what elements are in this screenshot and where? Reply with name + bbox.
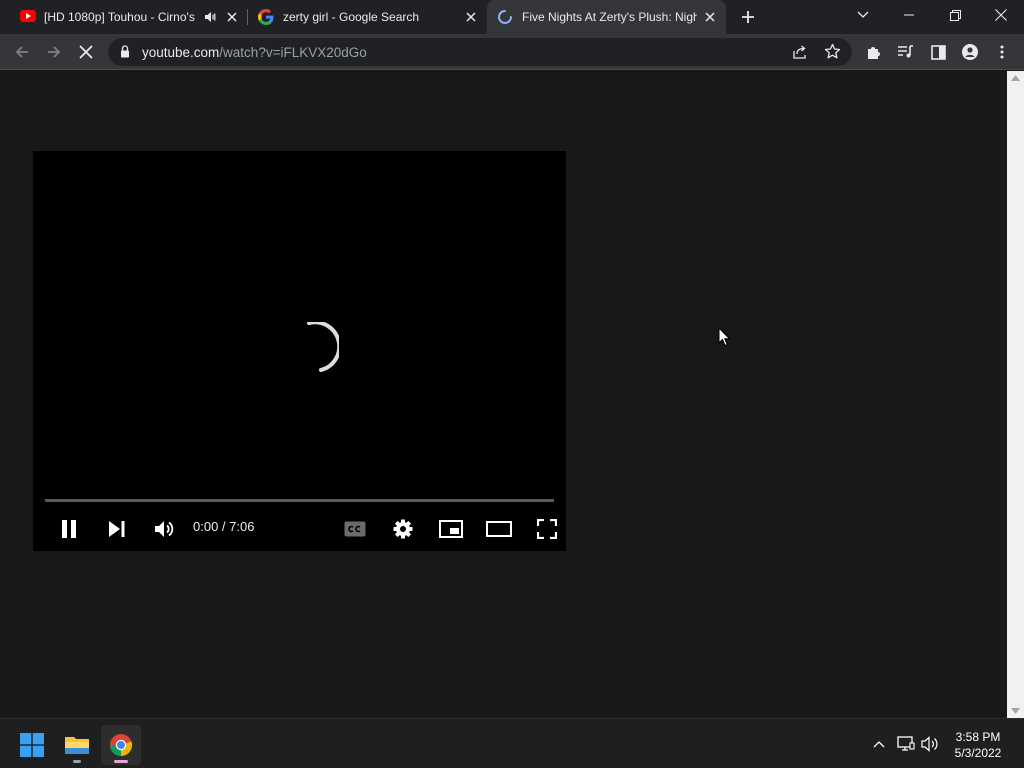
- side-panel-icon: [930, 44, 946, 60]
- close-tab-icon[interactable]: [702, 9, 718, 25]
- chrome-taskbar-button[interactable]: [101, 725, 141, 765]
- restore-icon: [949, 9, 961, 21]
- browser-toolbar: youtube.com/watch?v=iFLKVX20dGo: [0, 34, 1024, 70]
- youtube-icon: [20, 10, 36, 22]
- theater-mode-button[interactable]: [481, 511, 517, 547]
- url-path: /watch?v=iFLKVX20dGo: [219, 45, 367, 60]
- music-queue-icon: [898, 45, 913, 58]
- new-tab-button[interactable]: [736, 5, 760, 29]
- arrow-left-icon: [15, 46, 28, 58]
- network-icon: [897, 736, 915, 751]
- volume-button[interactable]: [146, 511, 182, 547]
- tab-title: zerty girl - Google Search: [283, 10, 420, 24]
- tab-five-nights[interactable]: Five Nights At Zerty's Plush: Nigh: [487, 0, 726, 34]
- closed-captions-icon: [344, 521, 366, 537]
- address-bar[interactable]: youtube.com/watch?v=iFLKVX20dGo: [108, 38, 852, 66]
- settings-button[interactable]: [385, 511, 421, 547]
- tab-search-button[interactable]: [840, 0, 886, 30]
- plus-icon: [742, 11, 754, 23]
- next-button[interactable]: [99, 511, 135, 547]
- fullscreen-icon: [537, 519, 557, 539]
- volume-icon: [155, 521, 174, 537]
- scroll-up-arrow-icon[interactable]: [1011, 75, 1020, 81]
- chevron-up-icon: [873, 741, 885, 748]
- back-button[interactable]: [10, 40, 34, 64]
- tab-touhou[interactable]: [HD 1080p] Touhou - Cirno's: [12, 0, 246, 34]
- extensions-button[interactable]: [862, 40, 886, 64]
- tab-title: Five Nights At Zerty's Plush: Nigh: [522, 10, 697, 24]
- url-text[interactable]: youtube.com/watch?v=iFLKVX20dGo: [142, 45, 367, 60]
- person-avatar-icon: [962, 44, 978, 60]
- running-indicator: [73, 760, 81, 763]
- side-panel-button[interactable]: [926, 40, 950, 64]
- loading-spinner-icon: [307, 322, 339, 372]
- chrome-icon: [109, 734, 133, 757]
- gear-icon: [393, 519, 413, 539]
- close-icon: [995, 9, 1007, 21]
- folder-icon: [65, 737, 89, 754]
- volume-tray-button[interactable]: [920, 733, 942, 755]
- minimize-button[interactable]: [886, 0, 932, 30]
- scrollbar[interactable]: [1007, 71, 1024, 718]
- network-button[interactable]: [895, 733, 917, 755]
- clock-date: 5/3/2022: [954, 746, 1002, 760]
- miniplayer-button[interactable]: [433, 511, 469, 547]
- url-host: youtube.com: [142, 45, 220, 60]
- pause-button[interactable]: [51, 511, 87, 547]
- tab-title: [HD 1080p] Touhou - Cirno's: [44, 10, 195, 24]
- miniplayer-icon: [439, 520, 463, 538]
- bookmark-star-icon[interactable]: [824, 43, 841, 65]
- menu-button[interactable]: [990, 40, 1014, 64]
- skip-next-icon: [109, 521, 125, 537]
- tab-separator: [247, 9, 248, 25]
- progress-bar[interactable]: [45, 499, 554, 502]
- mute-speaker-icon[interactable]: [204, 10, 216, 27]
- profile-button[interactable]: [958, 40, 982, 64]
- taskbar: 3:58 PM 5/3/2022: [0, 718, 1024, 768]
- google-icon: [258, 9, 274, 25]
- scroll-down-arrow-icon[interactable]: [1011, 708, 1020, 714]
- tab-strip: [HD 1080p] Touhou - Cirno's zerty girl -…: [0, 0, 1024, 34]
- more-vertical-icon: [1000, 45, 1004, 59]
- fullscreen-button[interactable]: [529, 511, 565, 547]
- theater-mode-icon: [486, 521, 512, 537]
- puzzle-piece-icon: [868, 47, 880, 59]
- minimize-icon: [904, 14, 914, 16]
- loading-spinner-icon: [497, 9, 513, 25]
- pause-icon: [62, 520, 76, 538]
- start-button[interactable]: [12, 725, 52, 765]
- chevron-down-icon: [857, 11, 869, 18]
- speaker-icon: [921, 736, 938, 752]
- windows-logo-icon: [20, 733, 44, 757]
- active-indicator: [114, 760, 128, 763]
- stop-x-icon: [79, 45, 93, 59]
- close-tab-icon[interactable]: [463, 9, 479, 25]
- share-icon[interactable]: [792, 44, 808, 65]
- tab-google-search[interactable]: zerty girl - Google Search: [250, 0, 486, 34]
- restore-button[interactable]: [932, 0, 978, 30]
- close-tab-icon[interactable]: [224, 9, 240, 25]
- file-explorer-button[interactable]: [57, 725, 97, 765]
- time-display: 0:00 / 7:06: [193, 519, 255, 534]
- stop-loading-button[interactable]: [74, 40, 98, 64]
- close-window-button[interactable]: [978, 0, 1024, 30]
- show-hidden-icons-button[interactable]: [868, 733, 890, 755]
- clock-time: 3:58 PM: [955, 730, 1001, 744]
- lock-icon[interactable]: [120, 45, 130, 63]
- captions-button[interactable]: [337, 511, 373, 547]
- clock[interactable]: 3:58 PM 5/3/2022: [948, 729, 1008, 761]
- forward-button[interactable]: [42, 40, 66, 64]
- video-player[interactable]: 0:00 / 7:06: [33, 151, 566, 551]
- media-control-button[interactable]: [894, 40, 918, 64]
- arrow-right-icon: [48, 46, 61, 58]
- mouse-cursor-icon: [718, 327, 731, 347]
